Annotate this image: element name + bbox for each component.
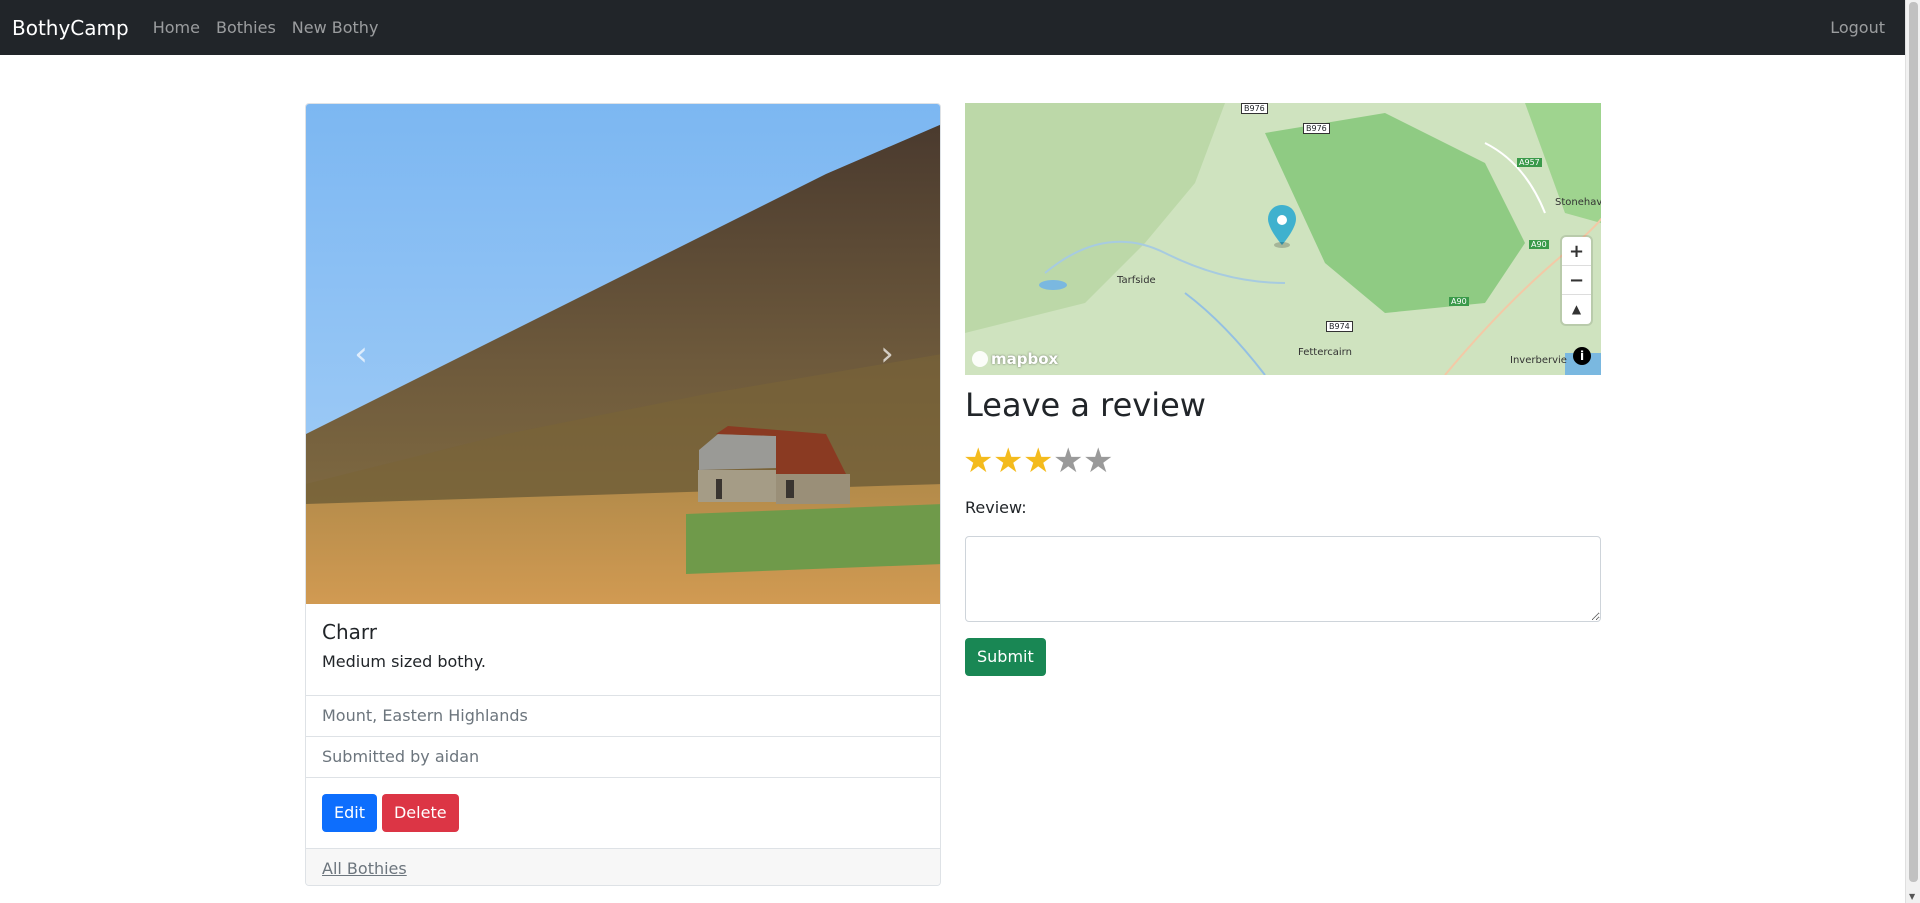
map-label-stonehaven: Stonehav xyxy=(1555,197,1601,208)
card-actions: Edit Delete xyxy=(306,778,940,849)
road-label: A90 xyxy=(1529,240,1549,249)
logout-link[interactable]: Logout xyxy=(1830,18,1885,37)
nav-link-new-bothy[interactable]: New Bothy xyxy=(292,18,379,37)
road-label: B974 xyxy=(1326,321,1353,332)
mapbox-logo[interactable]: mapbox xyxy=(972,350,1058,368)
location-map[interactable]: Tarfside Fettercairn Stonehav Inverbervi… xyxy=(965,103,1601,375)
mapbox-logo-text: mapbox xyxy=(991,350,1059,368)
map-label-fettercairn: Fettercairn xyxy=(1298,347,1352,358)
bothy-location: Mount, Eastern Highlands xyxy=(306,696,940,737)
nav-link-home[interactable]: Home xyxy=(153,18,200,37)
carousel-prev-icon[interactable]: ‹ xyxy=(346,334,376,374)
navbar: BothyCamp Home Bothies New Bothy Logout xyxy=(0,0,1905,55)
nav-link-bothies[interactable]: Bothies xyxy=(216,18,276,37)
delete-button[interactable]: Delete xyxy=(381,794,459,832)
image-carousel: ‹ › xyxy=(306,104,940,604)
scrollbar-thumb[interactable] xyxy=(1909,2,1918,882)
edit-button[interactable]: Edit xyxy=(322,794,377,832)
map-controls: + − ▲ xyxy=(1562,237,1591,324)
bothy-submitter: Submitted by aidan xyxy=(306,737,940,778)
map-tiles xyxy=(965,103,1601,375)
mapbox-logo-icon xyxy=(972,351,988,367)
review-label: Review: xyxy=(965,498,1027,517)
submit-button[interactable]: Submit xyxy=(965,638,1046,676)
road-label: A90 xyxy=(1449,297,1469,306)
card-body: Charr Medium sized bothy. xyxy=(306,604,940,696)
review-textarea[interactable] xyxy=(965,536,1601,622)
all-bothies-link[interactable]: All Bothies xyxy=(322,859,407,878)
star-2-icon[interactable]: ★ xyxy=(993,442,1023,480)
bothy-description: Medium sized bothy. xyxy=(322,652,486,671)
road-label: A957 xyxy=(1517,158,1542,167)
map-label-inverbervie: Inverbervie xyxy=(1510,355,1567,366)
map-label-tarfside: Tarfside xyxy=(1117,275,1156,286)
zoom-in-icon[interactable]: + xyxy=(1562,237,1591,266)
attribution-info-icon[interactable]: i xyxy=(1573,347,1591,365)
carousel-next-icon[interactable]: › xyxy=(872,334,902,374)
road-label: B976 xyxy=(1241,103,1268,114)
star-4-icon[interactable]: ★ xyxy=(1053,442,1083,480)
zoom-out-icon[interactable]: − xyxy=(1562,266,1591,295)
bothy-name: Charr xyxy=(322,620,377,644)
compass-icon[interactable]: ▲ xyxy=(1562,295,1591,324)
road-label: B976 xyxy=(1303,123,1330,134)
star-1-icon[interactable]: ★ xyxy=(963,442,993,480)
bothy-photo xyxy=(306,104,940,604)
page-scrollbar[interactable]: ▼ xyxy=(1905,0,1920,903)
bothy-card: ‹ › Charr Medium sized bothy. Mount, Eas… xyxy=(305,103,941,886)
scroll-down-icon[interactable]: ▼ xyxy=(1909,892,1915,901)
card-footer: All Bothies xyxy=(306,849,940,885)
star-3-icon[interactable]: ★ xyxy=(1023,442,1053,480)
star-5-icon[interactable]: ★ xyxy=(1083,442,1113,480)
brand-link[interactable]: BothyCamp xyxy=(12,16,129,40)
review-heading: Leave a review xyxy=(965,386,1206,424)
star-rating[interactable]: ★ ★ ★ ★ ★ xyxy=(963,442,1113,480)
